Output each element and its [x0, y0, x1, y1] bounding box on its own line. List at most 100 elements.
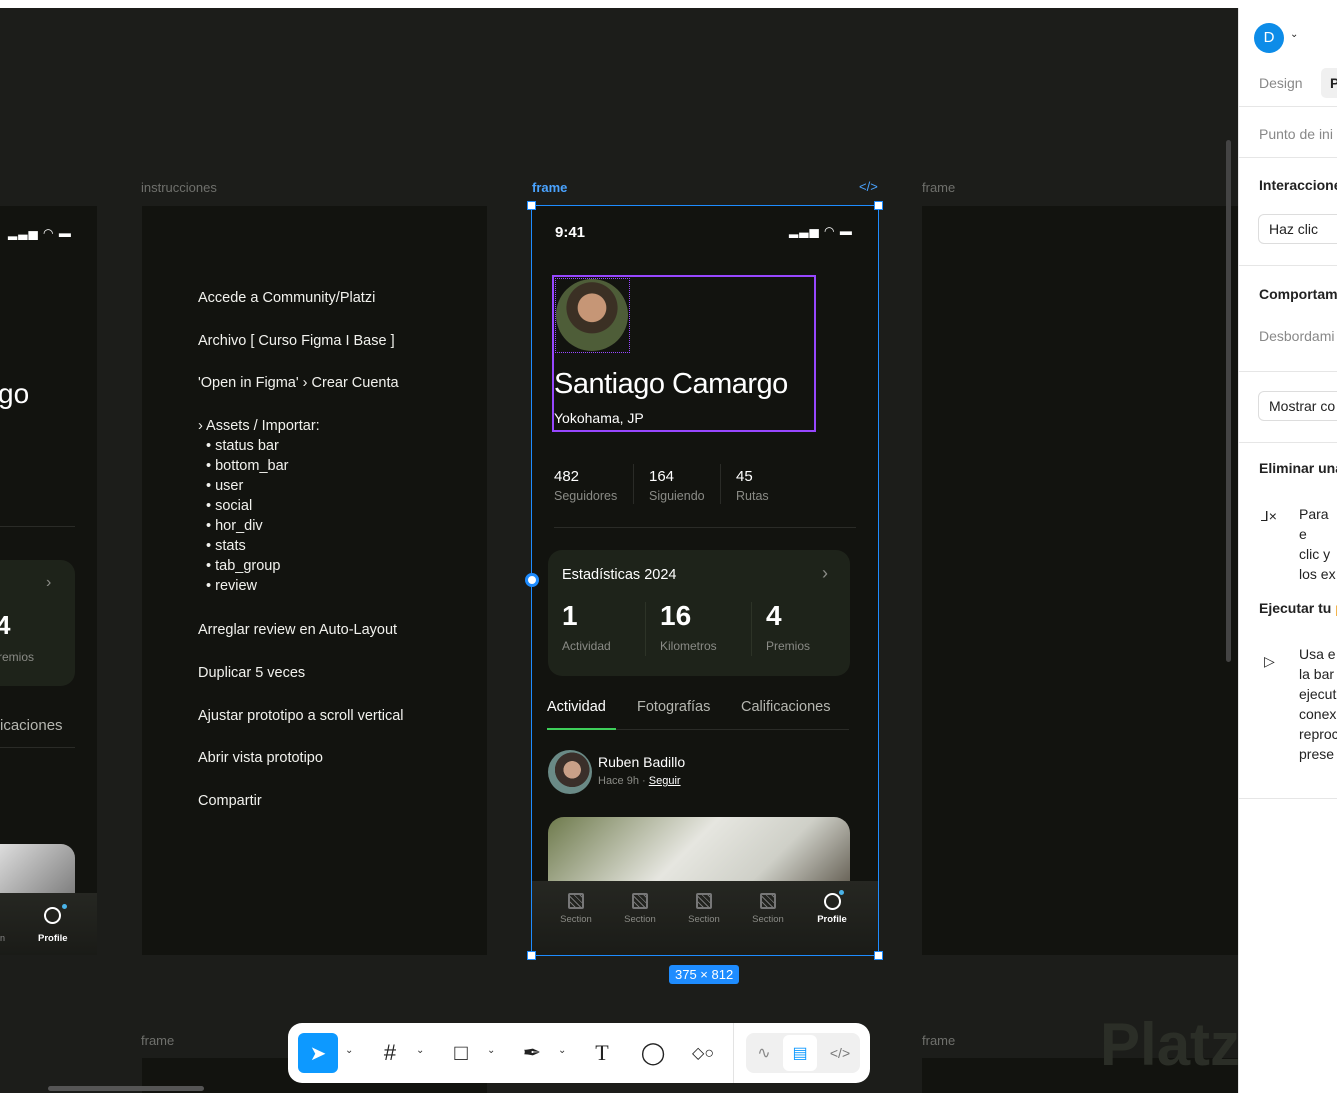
instruction-step: Archivo [ Curso Figma I Base ]	[198, 333, 395, 349]
tab-prototype[interactable]: P	[1321, 68, 1337, 98]
instruction-step: 'Open in Figma' › Crear Cuenta	[198, 375, 399, 391]
profile-name: Santiago Camargo	[554, 368, 788, 400]
placeholder-icon	[632, 893, 648, 909]
post-time: Hace 9h	[598, 775, 639, 787]
profile-frame[interactable]: 9:41 ▂▃▅ ◠ ▬ Santiago Camargo Yokohama, …	[531, 205, 879, 956]
follow-link[interactable]: Seguir	[649, 775, 681, 787]
run-heading: Ejecutar tu p	[1259, 600, 1337, 616]
nav-item-section[interactable]: Section	[608, 893, 672, 955]
move-tool-icon[interactable]: ➤	[298, 1033, 338, 1073]
stat-siguiendo: 164 Siguiendo	[649, 468, 705, 503]
nav-label-profile[interactable]: Profile	[38, 933, 68, 944]
nav-label: Section	[560, 914, 592, 925]
shapes-actions-icon[interactable]: ◇○	[683, 1033, 723, 1073]
frame-label-instrucciones[interactable]: instrucciones	[141, 180, 217, 195]
bottom-nav: Section Section Section Section Profile	[532, 881, 878, 955]
frame-size-badge: 375 × 812	[669, 965, 740, 984]
tab-actividad[interactable]: Actividad	[547, 699, 606, 715]
asset-item: hor_div	[206, 516, 288, 536]
mode-switcher: ∿ ▤ </>	[746, 1033, 860, 1073]
post-user-name[interactable]: Ruben Badillo	[598, 754, 685, 770]
instruction-step: Ajustar prototipo a scroll vertical	[198, 708, 404, 724]
resize-handle[interactable]	[527, 951, 536, 960]
chevron-down-icon[interactable]: ⌄	[345, 1045, 353, 1056]
vertical-scrollbar[interactable]	[1226, 140, 1231, 662]
notification-dot	[839, 890, 844, 895]
frame-label[interactable]: frame	[141, 1033, 174, 1048]
status-icons: ▂▃▅ ◠ ▬	[789, 224, 853, 238]
nav-label: Section	[688, 914, 720, 925]
nav-item-profile[interactable]: Profile	[800, 890, 864, 955]
profile-icon[interactable]	[44, 907, 61, 924]
help-line: clic y	[1299, 546, 1331, 562]
prototype-connection-handle[interactable]	[525, 573, 539, 587]
draw-mode-icon[interactable]: ∿	[746, 1033, 782, 1073]
right-frame[interactable]	[922, 206, 1238, 955]
nav-item-section[interactable]: Section	[544, 893, 608, 955]
play-icon: ▷	[1264, 653, 1275, 669]
chevron-down-icon[interactable]: ⌄	[558, 1045, 566, 1056]
chevron-down-icon[interactable]: ⌄	[416, 1045, 424, 1056]
stat-value: 45	[736, 468, 753, 485]
profile-location: Yokohama, JP	[554, 410, 644, 426]
status-icons: ▂▃▅ ◠ ▬	[8, 226, 72, 240]
nav-item-section[interactable]: Section	[736, 893, 800, 955]
text-tool-icon[interactable]: T	[582, 1033, 622, 1073]
tab-fotografias[interactable]: Fotografías	[637, 699, 710, 715]
user-component[interactable]: Santiago Camargo Yokohama, JP	[552, 275, 816, 432]
delete-help: Para e clic y los ex	[1299, 504, 1337, 584]
post-avatar[interactable]	[548, 750, 592, 794]
horizontal-scrollbar[interactable]	[48, 1086, 204, 1091]
placeholder-icon	[696, 893, 712, 909]
resize-handle[interactable]	[527, 201, 536, 210]
frame-label[interactable]: frame	[922, 1033, 955, 1048]
design-mode-icon[interactable]: ▤	[783, 1035, 817, 1071]
code-icon[interactable]: </>	[859, 179, 878, 194]
avatar-bounds	[555, 278, 630, 353]
overflow-label[interactable]: Desbordami	[1259, 328, 1334, 344]
rectangle-tool-icon[interactable]: □	[441, 1033, 481, 1073]
nav-label: Section	[752, 914, 784, 925]
tab-indicator	[547, 728, 616, 730]
stats-label: Premios	[766, 639, 811, 653]
show-button[interactable]: Mostrar co	[1258, 391, 1337, 421]
status-time: 9:41	[555, 224, 586, 241]
divider	[0, 747, 75, 748]
chevron-down-icon[interactable]: ⌄	[1290, 29, 1298, 40]
tab-calificaciones[interactable]: Calificaciones	[741, 699, 830, 715]
starting-point[interactable]: Punto de ini	[1259, 126, 1333, 142]
behavior-heading: Comportam	[1259, 286, 1337, 302]
tab-design[interactable]: Design	[1259, 75, 1303, 91]
instruction-step: Compartir	[198, 793, 262, 809]
dev-mode-icon[interactable]: </>	[822, 1033, 858, 1073]
pen-tool-icon[interactable]: ✒	[512, 1033, 552, 1073]
divider	[0, 526, 75, 527]
left-frame[interactable]: ▂▃▅ ◠ ▬ go › 4 remios icaciones n Profil…	[0, 206, 97, 955]
notification-dot	[62, 904, 67, 909]
frame-tool-icon[interactable]: #	[370, 1033, 410, 1073]
stats-card[interactable]: Estadísticas 2024 › 1 Actividad 16 Kilom…	[548, 550, 850, 676]
stat-label: Seguidores	[554, 489, 618, 503]
divider	[645, 602, 646, 656]
instructions-frame[interactable]: Accede a Community/Platzi Archivo [ Curs…	[142, 206, 487, 955]
frame-label[interactable]: frame	[922, 180, 955, 195]
chevron-down-icon[interactable]: ⌄	[487, 1045, 495, 1056]
interactions-heading: Interaccione	[1259, 177, 1337, 193]
trigger-select[interactable]: Haz clic	[1258, 214, 1337, 244]
help-line: ejecut	[1299, 686, 1337, 702]
chevron-right-icon[interactable]: ›	[822, 563, 828, 584]
nav-item-section[interactable]: Section	[672, 893, 736, 955]
stats-label: Kilometros	[660, 639, 717, 653]
resize-handle[interactable]	[874, 201, 883, 210]
stat-label: Rutas	[736, 489, 769, 503]
resize-handle[interactable]	[874, 951, 883, 960]
frame-label-selected[interactable]: frame	[532, 180, 567, 195]
tab-partial[interactable]: icaciones	[0, 717, 63, 734]
stats-card[interactable]: › 4 remios	[0, 560, 75, 686]
nav-label: Profile	[817, 914, 847, 925]
properties-panel: D ⌄ Design P Punto de ini Interaccione H…	[1238, 8, 1337, 1093]
asset-item: status bar	[206, 436, 288, 456]
post-meta: Hace 9h · Seguir	[598, 775, 681, 787]
comment-tool-icon[interactable]: ◯	[633, 1033, 673, 1073]
user-avatar[interactable]: D	[1254, 23, 1284, 53]
